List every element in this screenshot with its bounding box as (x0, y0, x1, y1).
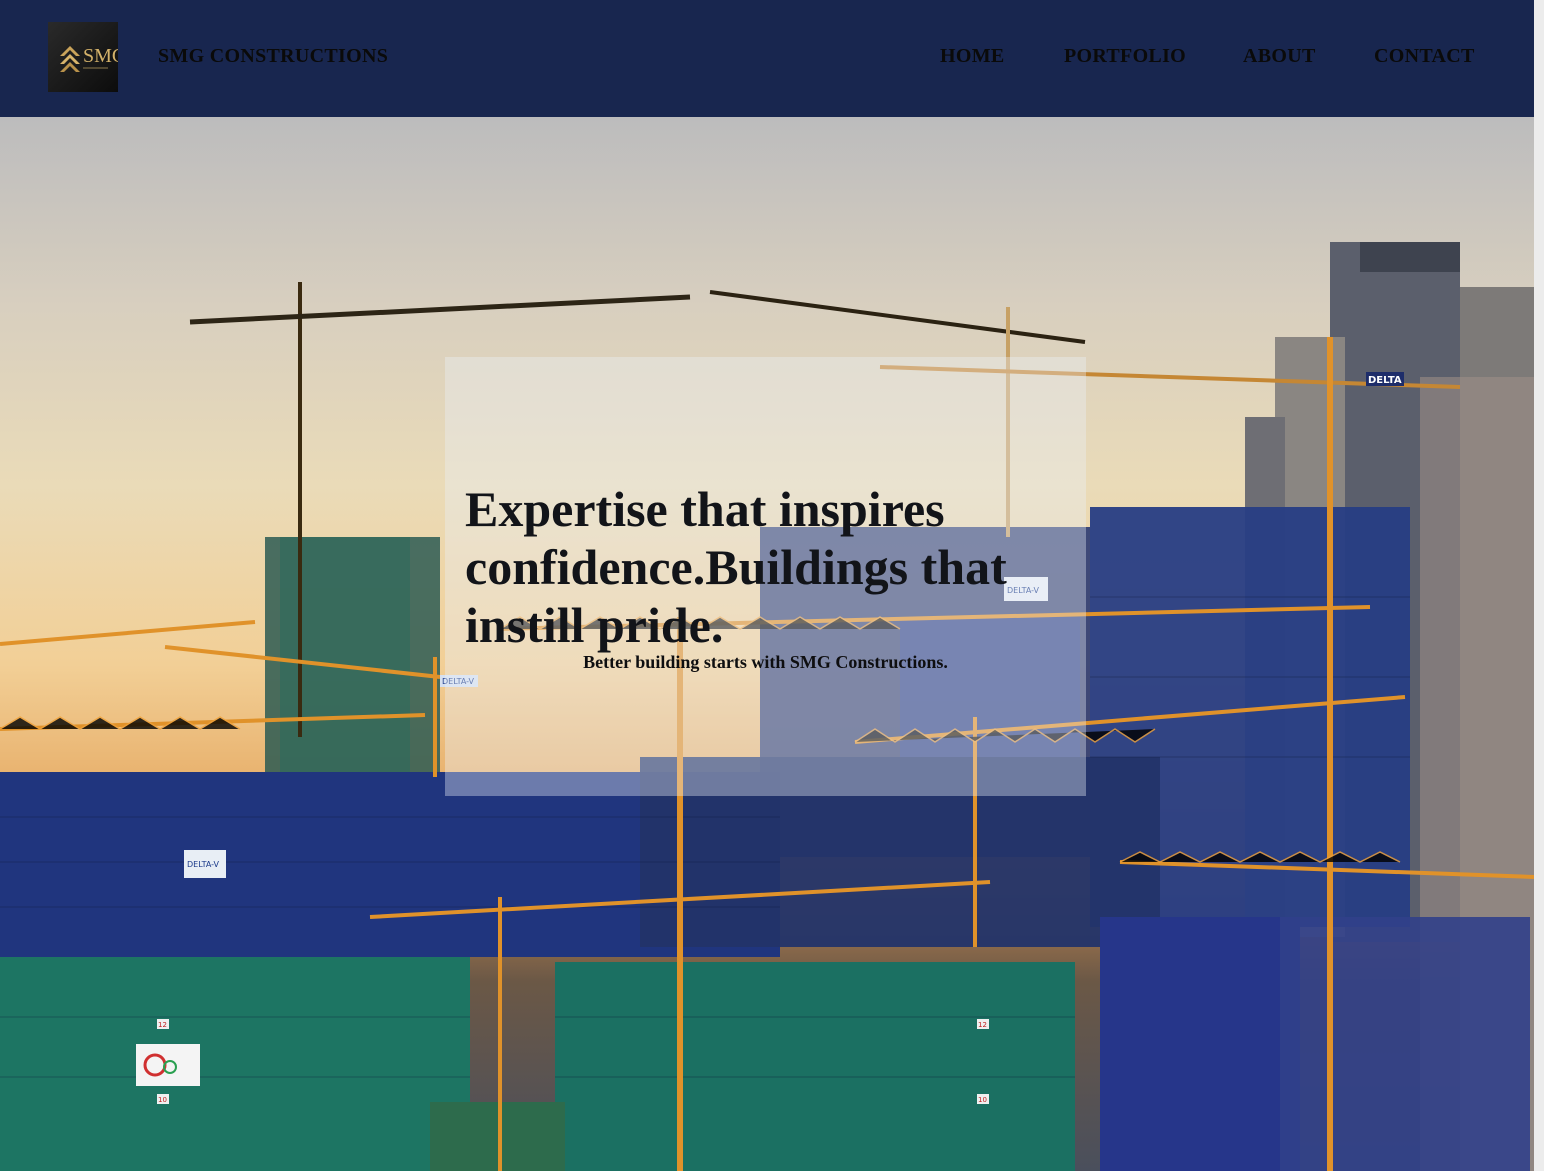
nav-portfolio[interactable]: PORTFOLIO (1064, 45, 1186, 68)
svg-text:10: 10 (158, 1096, 167, 1104)
svg-text:DELTA: DELTA (1368, 375, 1402, 386)
svg-text:10: 10 (978, 1096, 987, 1104)
nav-home[interactable]: HOME (940, 45, 1005, 68)
svg-text:DELTA-V: DELTA-V (187, 860, 220, 869)
svg-text:12: 12 (978, 1021, 987, 1029)
site-header: SMG SMG CONSTRUCTIONS HOME PORTFOLIO ABO… (0, 0, 1534, 117)
page-scrollbar[interactable] (1534, 0, 1544, 1171)
nav-about[interactable]: ABOUT (1243, 45, 1316, 68)
svg-text:12: 12 (158, 1021, 167, 1029)
page: SMG SMG CONSTRUCTIONS HOME PORTFOLIO ABO… (0, 0, 1534, 1171)
hero-section: DELTA DELTA-V DELTA-V DELTA-V 12 12 10 1… (0, 117, 1534, 1171)
hero-subline: Better building starts with SMG Construc… (583, 652, 948, 672)
hero-headline: Expertise that inspires confidence.Build… (465, 481, 1007, 653)
nav-contact[interactable]: CONTACT (1374, 45, 1475, 68)
main-nav: HOME PORTFOLIO ABOUT CONTACT (0, 45, 1534, 71)
